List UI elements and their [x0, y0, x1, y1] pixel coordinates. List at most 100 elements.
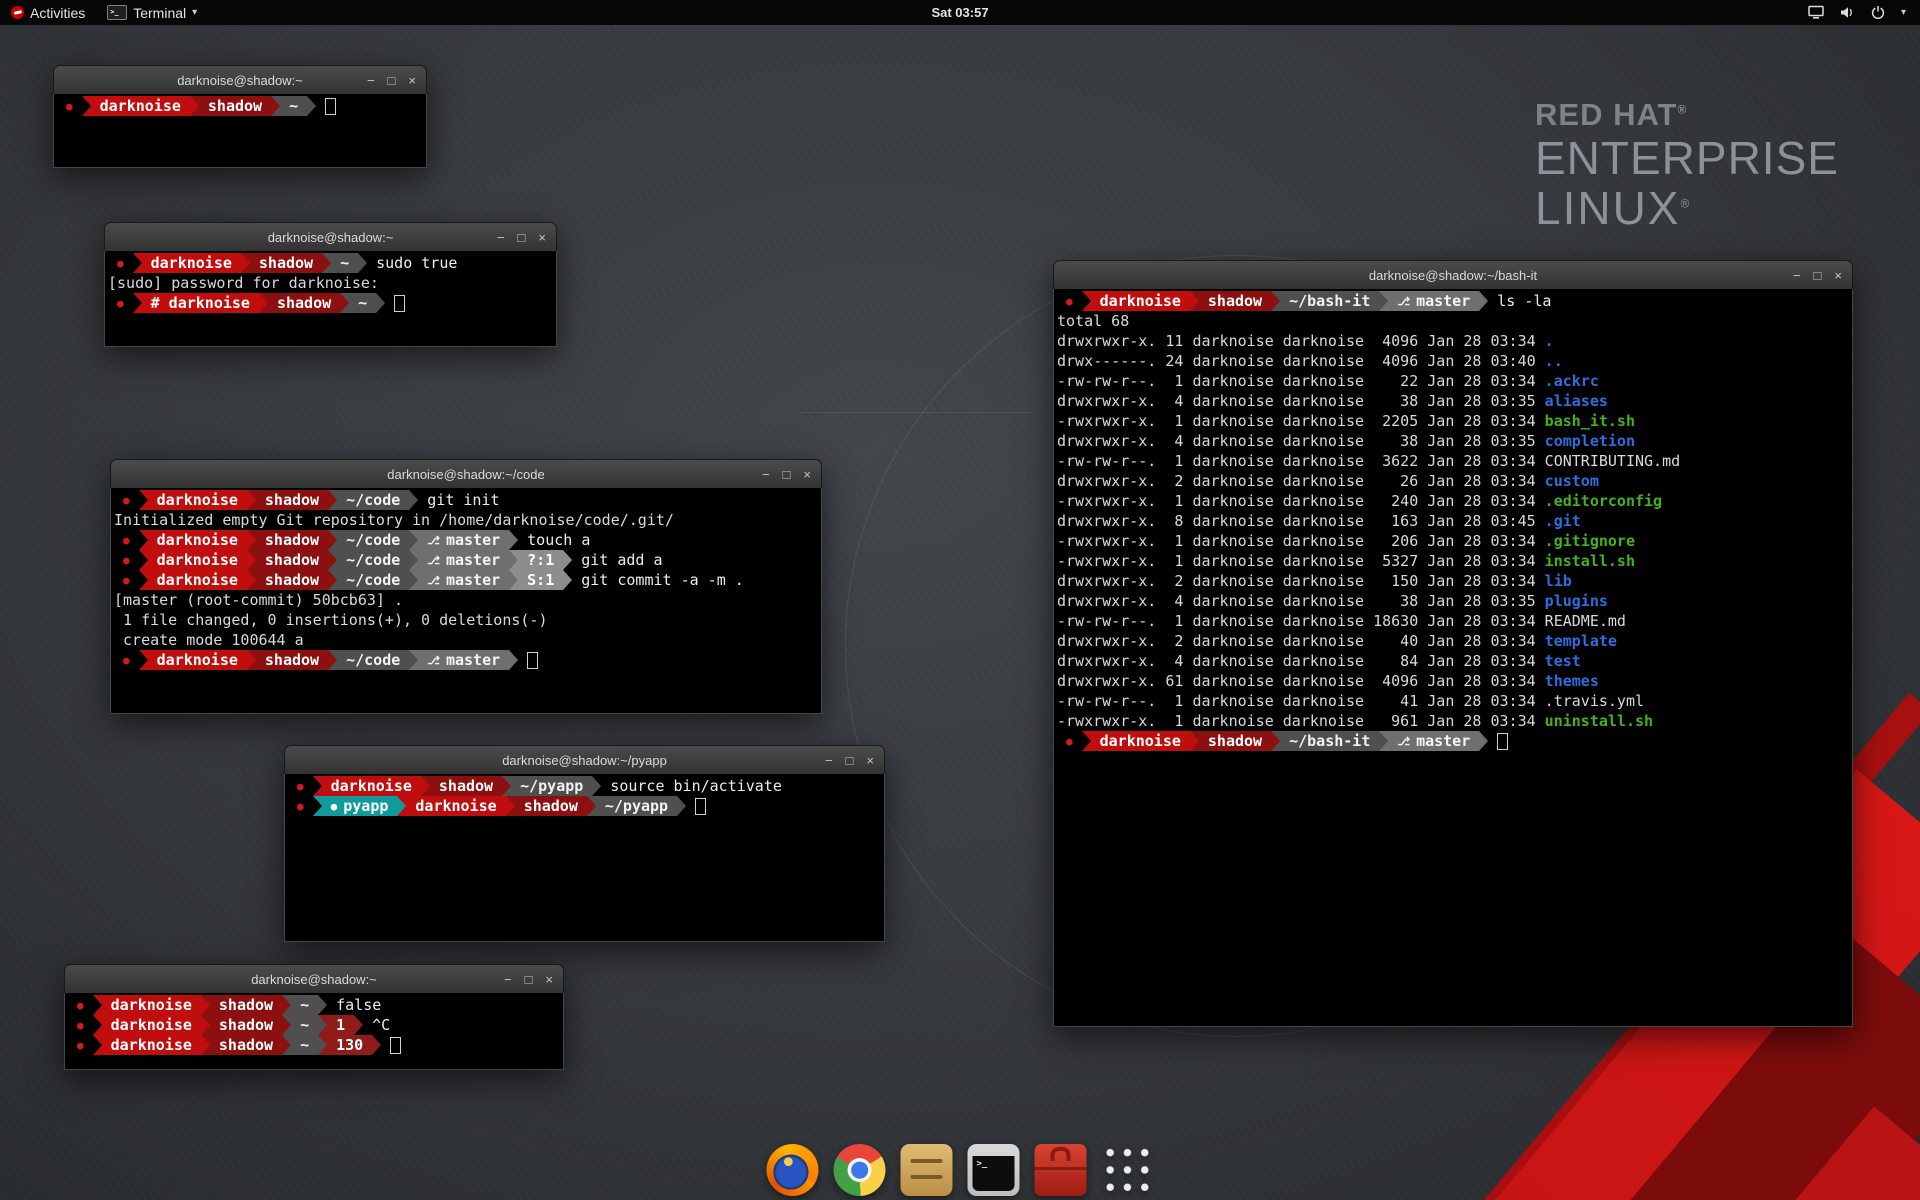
terminal-content[interactable]: ●darknoiseshadow~false●darknoiseshadow~1… — [64, 993, 564, 1070]
segment-text: 130 — [336, 1036, 363, 1054]
prompt-dot-icon: ● — [123, 555, 130, 566]
desktop: RED HAT® ENTERPRISE LINUX® Activities >_… — [0, 0, 1920, 1200]
prompt-segment-git: ⎇master — [418, 570, 509, 590]
terminal-content[interactable]: ●darknoiseshadow~ — [53, 94, 427, 168]
dock-chrome[interactable] — [834, 1144, 886, 1196]
window-titlebar[interactable]: darknoise@shadow:~/pyapp−□× — [284, 745, 885, 776]
powerline-arrow-icon — [328, 530, 337, 550]
terminal-content[interactable]: ●darknoiseshadow~/codegit initInitialize… — [110, 488, 822, 714]
wallpaper-line — [800, 412, 1030, 413]
output-text: -rwxrwxr-x. 1 darknoise darknoise 5327 J… — [1057, 551, 1545, 571]
powerline-arrow-icon — [241, 253, 250, 273]
close-button[interactable]: × — [866, 754, 874, 767]
segment-text: ~/code — [346, 551, 400, 569]
segment-text: ~/bash-it — [1289, 732, 1370, 750]
terminal-window[interactable]: darknoise@shadow:~−□×●darknoiseshadow~su… — [104, 222, 557, 347]
output-text: -rw-rw-r--. 1 darknoise darknoise 18630 … — [1057, 611, 1545, 631]
powerline-arrow-icon — [1379, 291, 1388, 311]
terminal-line: drwxrwxr-x. 2 darknoise darknoise 150 Ja… — [1057, 571, 1852, 591]
volume-icon[interactable] — [1839, 5, 1855, 20]
activities-button[interactable]: Activities — [0, 0, 96, 25]
terminal-line: [sudo] password for darknoise: — [108, 273, 556, 293]
minimize-button[interactable]: − — [762, 468, 770, 481]
powerline-arrow-icon — [563, 570, 572, 590]
powerline-arrow-icon — [307, 96, 316, 116]
maximize-button[interactable]: □ — [846, 754, 854, 767]
minimize-button[interactable]: − — [367, 74, 375, 87]
display-icon[interactable] — [1808, 5, 1824, 20]
terminal-window[interactable]: darknoise@shadow:~/pyapp−□×●darknoisesha… — [284, 745, 885, 942]
terminal-window[interactable]: darknoise@shadow:~−□×●darknoiseshadow~ — [53, 65, 427, 168]
maximize-button[interactable]: □ — [525, 973, 533, 986]
clock[interactable]: Sat 03:57 — [931, 5, 988, 20]
activities-label: Activities — [30, 5, 85, 21]
chevron-down-icon[interactable]: ▾ — [1901, 7, 1906, 18]
close-button[interactable]: × — [1834, 269, 1842, 282]
dock-files[interactable] — [901, 1144, 953, 1196]
terminal-line: ●darknoiseshadow~130 — [68, 1035, 563, 1055]
directory-name: test — [1545, 651, 1581, 671]
window-titlebar[interactable]: darknoise@shadow:~−□× — [104, 222, 557, 253]
prompt-dot-icon: ● — [123, 575, 130, 586]
directory-name: custom — [1545, 471, 1599, 491]
terminal-line: ●# darknoiseshadow~ — [108, 293, 556, 313]
terminal-window[interactable]: darknoise@shadow:~/bash-it−□×●darknoises… — [1053, 260, 1853, 1027]
maximize-button[interactable]: □ — [1814, 269, 1822, 282]
segment-text: # darknoise — [151, 294, 250, 312]
prompt-dot-icon: ● — [77, 1020, 84, 1031]
powerline-arrow-icon — [313, 796, 322, 816]
powerline-arrow-icon — [421, 776, 430, 796]
power-icon[interactable] — [1870, 5, 1886, 20]
app-menu[interactable]: >_ Terminal ▾ — [96, 0, 208, 25]
dock-firefox[interactable] — [767, 1144, 819, 1196]
prompt-segment-host: shadow — [1199, 291, 1271, 311]
prompt-segment-path: ~/code — [337, 570, 409, 590]
command-text: false — [327, 995, 381, 1015]
prompt-segment-path: ~/bash-it — [1280, 291, 1379, 311]
maximize-button[interactable]: □ — [783, 468, 791, 481]
close-button[interactable]: × — [408, 74, 416, 87]
close-button[interactable]: × — [538, 231, 546, 244]
dock-app-grid[interactable] — [1102, 1144, 1154, 1196]
system-status-area: ▾ — [1808, 0, 1920, 25]
executable-name: bash_it.sh — [1545, 411, 1635, 431]
command-text: sudo true — [367, 253, 457, 273]
powerline-arrow-icon — [133, 253, 142, 273]
command-text: git commit -a -m . — [572, 570, 744, 590]
dock-terminal[interactable] — [968, 1144, 1020, 1196]
powerline-arrow-icon — [271, 96, 280, 116]
powerline-arrow-icon — [139, 550, 148, 570]
terminal-content[interactable]: ●darknoiseshadow~sudo true[sudo] passwor… — [104, 251, 557, 347]
minimize-button[interactable]: − — [504, 973, 512, 986]
prompt-segment-icon: ● — [68, 1015, 93, 1035]
prompt-segment-path: ~/code — [337, 650, 409, 670]
terminal-content[interactable]: ●darknoiseshadow~/pyappsource bin/activa… — [284, 774, 885, 942]
terminal-line: -rwxrwxr-x. 1 darknoise darknoise 5327 J… — [1057, 551, 1852, 571]
minimize-button[interactable]: − — [1793, 269, 1801, 282]
maximize-button[interactable]: □ — [518, 231, 526, 244]
prompt-segment-user: darknoise — [148, 550, 247, 570]
terminal-cursor — [695, 798, 706, 815]
window-titlebar[interactable]: darknoise@shadow:~/bash-it−□× — [1053, 260, 1853, 291]
segment-text: darknoise — [111, 996, 192, 1014]
prompt-segment-git: ⎇master — [418, 650, 509, 670]
minimize-button[interactable]: − — [825, 754, 833, 767]
output-text: drwx------. 24 darknoise darknoise 4096 … — [1057, 351, 1545, 371]
close-button[interactable]: × — [803, 468, 811, 481]
maximize-button[interactable]: □ — [388, 74, 396, 87]
terminal-window[interactable]: darknoise@shadow:~/code−□×●darknoiseshad… — [110, 459, 822, 714]
terminal-content[interactable]: ●darknoiseshadow~/bash-it⎇masterls -lato… — [1053, 289, 1853, 1027]
output-text: drwxrwxr-x. 2 darknoise darknoise 150 Ja… — [1057, 571, 1545, 591]
window-controls: −□ × — [504, 965, 553, 994]
close-button[interactable]: × — [545, 973, 553, 986]
terminal-window[interactable]: darknoise@shadow:~−□×●darknoiseshadow~fa… — [64, 964, 564, 1070]
window-titlebar[interactable]: darknoise@shadow:~−□× — [53, 65, 427, 96]
window-titlebar[interactable]: darknoise@shadow:~−□× — [64, 964, 564, 995]
window-titlebar[interactable]: darknoise@shadow:~/code−□× — [110, 459, 822, 490]
dock-toolbox[interactable] — [1035, 1144, 1087, 1196]
terminal-line: drwxrwxr-x. 4 darknoise darknoise 84 Jan… — [1057, 651, 1852, 671]
terminal-line: ●darknoiseshadow~/code⎇master?:1git add … — [114, 550, 821, 570]
minimize-button[interactable]: − — [497, 231, 505, 244]
git-branch-icon: ⎇ — [427, 535, 440, 546]
output-text: drwxrwxr-x. 4 darknoise darknoise 38 Jan… — [1057, 431, 1545, 451]
